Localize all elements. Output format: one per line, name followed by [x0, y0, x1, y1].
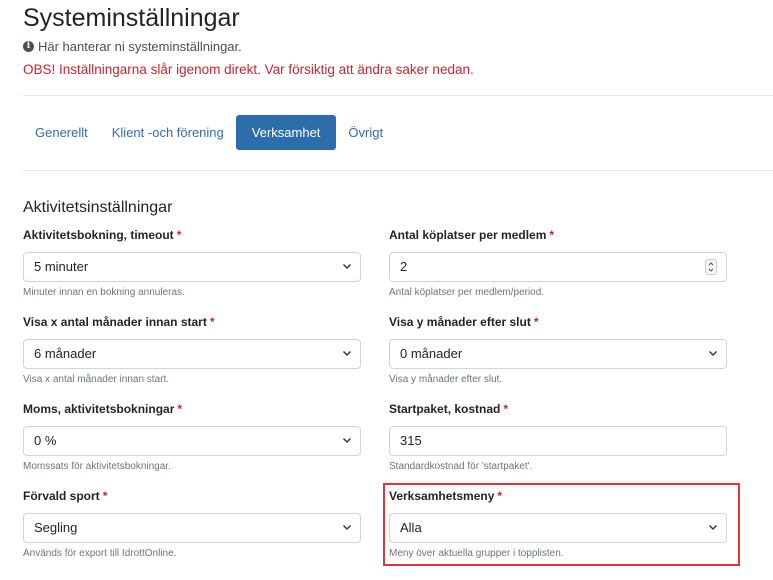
- field-label: Förvald sport *: [23, 489, 108, 503]
- field-sport: Förvald sport * Segling Används för expor…: [23, 489, 363, 559]
- field-label: Antal köplatser per medlem *: [389, 228, 555, 242]
- chevron-down-icon: [708, 350, 718, 357]
- info-text: i Här hanterar ni systeminställningar.: [23, 39, 242, 54]
- field-label: Moms, aktivitetsbokningar *: [23, 402, 183, 416]
- page-title: Systeminställningar: [23, 4, 240, 32]
- field-label: Visa y månader efter slut *: [389, 315, 539, 329]
- divider-tabs: [23, 170, 773, 171]
- chevron-down-icon: [342, 350, 352, 357]
- help-text: Används för export till IdrottOnline.: [23, 548, 177, 559]
- field-months-before: Visa x antal månader innan start * 6 måna…: [23, 315, 363, 385]
- tab-klient-forening[interactable]: Klient -och förening: [100, 115, 236, 150]
- help-text: Momssats för aktivitetsbokningar.: [23, 461, 171, 472]
- help-text: Visa x antal månader innan start.: [23, 374, 170, 385]
- chevron-down-icon: [342, 524, 352, 531]
- starter-cost-input[interactable]: 315: [389, 426, 727, 456]
- tab-ovrigt[interactable]: Övrigt: [336, 115, 395, 150]
- chevron-down-icon: [342, 437, 352, 444]
- divider-top: [23, 95, 773, 96]
- section-title: Aktivitetsinställningar: [23, 199, 173, 216]
- months-after-select[interactable]: 0 månader: [389, 339, 727, 369]
- info-label: Här hanterar ni systeminställningar.: [38, 39, 242, 54]
- field-label: Aktivitetsbokning, timeout *: [23, 228, 182, 242]
- field-starter-cost: Startpaket, kostnad * 315 Standardkostnad…: [389, 402, 729, 472]
- chevron-down-icon: [342, 263, 352, 270]
- months-before-select[interactable]: 6 månader: [23, 339, 361, 369]
- settings-tabs: Generellt Klient -och förening Verksamhe…: [23, 115, 395, 150]
- warning-text: OBS! Inställningarna slår igenom direkt.…: [23, 62, 474, 77]
- vat-select[interactable]: 0 %: [23, 426, 361, 456]
- field-queue: Antal köplatser per medlem * 2 Antal köpl…: [389, 228, 729, 298]
- help-text: Standardkostnad för 'startpaket'.: [389, 461, 533, 472]
- help-text: Visa y månader efter slut.: [389, 374, 503, 385]
- tab-verksamhet[interactable]: Verksamhet: [235, 115, 337, 150]
- help-text: Minuter innan en bokning annuleras.: [23, 287, 185, 298]
- field-label: Visa x antal månader innan start *: [23, 315, 215, 329]
- spinner-icon[interactable]: [705, 259, 717, 275]
- field-label: Startpaket, kostnad *: [389, 402, 509, 416]
- field-months-after: Visa y månader efter slut * 0 månader Vis…: [389, 315, 729, 385]
- tab-generellt[interactable]: Generellt: [23, 115, 100, 150]
- field-vat: Moms, aktivitetsbokningar * 0 % Momssats …: [23, 402, 363, 472]
- sport-select[interactable]: Segling: [23, 513, 361, 543]
- queue-number-input[interactable]: 2: [389, 252, 727, 282]
- field-timeout: Aktivitetsbokning, timeout * 5 minuter Mi…: [23, 228, 363, 298]
- timeout-select[interactable]: 5 minuter: [23, 252, 361, 282]
- highlight-box: [383, 483, 740, 566]
- info-icon: i: [23, 41, 34, 52]
- help-text: Antal köplatser per medlem/period.: [389, 287, 545, 298]
